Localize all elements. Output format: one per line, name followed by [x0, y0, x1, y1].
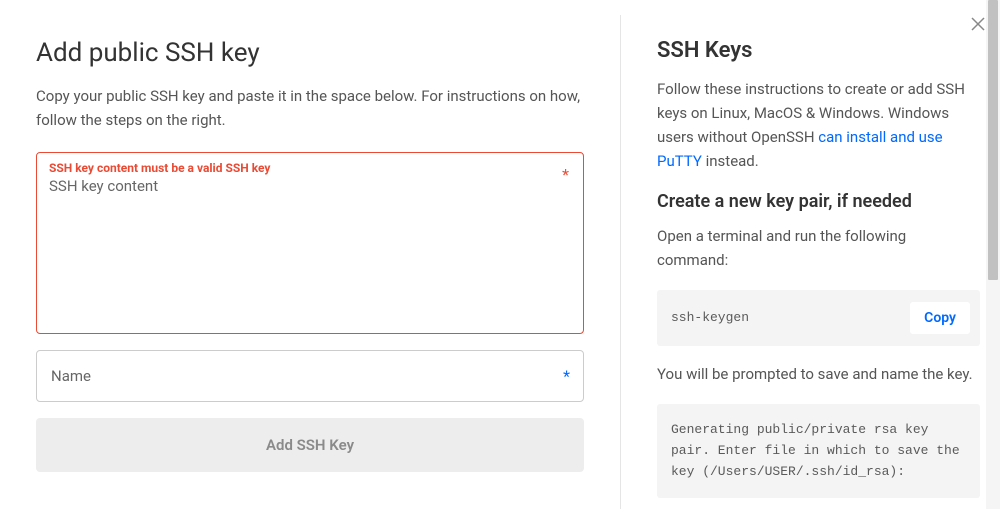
name-field-wrapper: * — [36, 350, 584, 402]
close-icon[interactable] — [970, 16, 986, 32]
required-star-icon: * — [562, 165, 569, 184]
scrollbar-track[interactable] — [986, 0, 1000, 509]
page-subtitle: Copy your public SSH key and paste it in… — [36, 84, 584, 132]
help-section-body: Open a terminal and run the following co… — [657, 224, 980, 272]
help-intro-text-2: instead. — [702, 152, 759, 170]
code-block-keygen: ssh-keygen Copy — [657, 290, 980, 346]
required-star-icon: * — [563, 367, 570, 386]
help-prompt-body: You will be prompted to save and name th… — [657, 362, 980, 386]
help-title: SSH Keys — [657, 38, 980, 63]
code-text: ssh-keygen — [671, 308, 749, 329]
help-intro: Follow these instructions to create or a… — [657, 77, 980, 173]
ssh-key-error-message: SSH key content must be a valid SSH key — [49, 161, 571, 175]
ssh-key-name-input[interactable] — [36, 350, 584, 402]
ssh-key-field-wrapper: SSH key content must be a valid SSH key … — [36, 152, 584, 334]
copy-button[interactable]: Copy — [910, 302, 970, 334]
code-block-output: Generating public/private rsa key pair. … — [657, 404, 980, 498]
ssh-key-content-input[interactable] — [49, 177, 571, 317]
add-ssh-key-button[interactable]: Add SSH Key — [36, 418, 584, 472]
scrollbar-thumb[interactable] — [988, 0, 998, 280]
page-title: Add public SSH key — [36, 38, 584, 68]
help-section-title: Create a new key pair, if needed — [657, 191, 980, 212]
